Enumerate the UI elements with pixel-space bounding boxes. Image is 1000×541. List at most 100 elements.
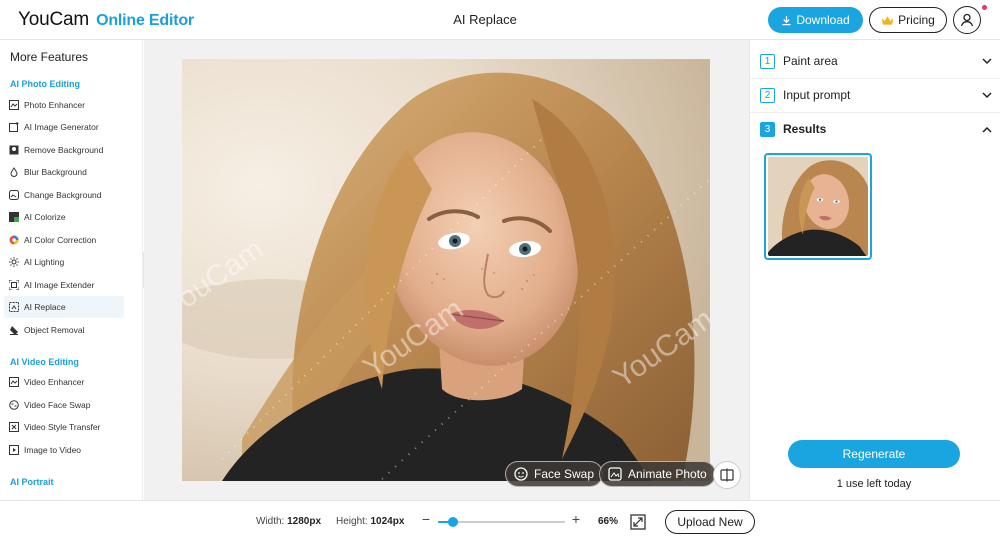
image-extender-icon bbox=[9, 280, 19, 290]
user-avatar-button[interactable] bbox=[953, 6, 981, 34]
download-button[interactable]: Download bbox=[768, 7, 863, 33]
sidebar-item-label: AI Lighting bbox=[24, 257, 65, 267]
edited-photo[interactable]: YouCam YouCam YouCam bbox=[182, 59, 710, 481]
step-label: Paint area bbox=[783, 54, 838, 68]
sidebar-item-change-background[interactable]: Change Background bbox=[4, 184, 124, 206]
sidebar-item-ai-replace[interactable]: AI Replace bbox=[4, 296, 124, 318]
face-swap-label: Face Swap bbox=[534, 467, 595, 481]
step-paint-area[interactable]: 1 Paint area bbox=[760, 50, 992, 72]
portrait-image: YouCam YouCam YouCam bbox=[182, 59, 710, 481]
step-number: 3 bbox=[760, 121, 775, 137]
sidebar-item-video-enhancer[interactable]: Video Enhancer bbox=[4, 371, 124, 393]
sidebar-item-ai-image-extender[interactable]: AI Image Extender bbox=[4, 274, 124, 296]
replace-icon bbox=[9, 302, 19, 312]
bottom-toolbar: Width: 1280px Height: 1024px − + 66% Upl… bbox=[0, 500, 1000, 541]
sidebar-item-photo-enhancer[interactable]: Photo Enhancer bbox=[4, 94, 124, 116]
zoom-in-button[interactable]: + bbox=[570, 511, 582, 527]
face-swap-icon bbox=[514, 467, 528, 481]
section-ai-photo-editing: AI Photo Editing bbox=[10, 79, 80, 89]
sidebar-item-video-style-transfer[interactable]: Video Style Transfer bbox=[4, 416, 124, 438]
photo-enhancer-icon bbox=[9, 100, 19, 110]
width-value: 1280px bbox=[287, 516, 322, 527]
top-header: YouCam Online Editor AI Replace Download… bbox=[0, 0, 1000, 40]
uses-left-text: 1 use left today bbox=[836, 478, 912, 490]
result-thumbnail[interactable] bbox=[764, 153, 872, 260]
notification-dot bbox=[982, 5, 987, 10]
logo-subtitle: Online Editor bbox=[96, 12, 194, 29]
lighting-icon bbox=[9, 257, 19, 267]
video-style-transfer-icon bbox=[9, 422, 19, 432]
regenerate-button[interactable]: Regenerate bbox=[788, 440, 960, 468]
sidebar-item-ai-colorize[interactable]: AI Colorize bbox=[4, 206, 124, 228]
fit-screen-button[interactable] bbox=[630, 514, 646, 530]
image-width: Width: 1280px bbox=[256, 516, 321, 527]
step-label: Results bbox=[783, 122, 827, 136]
sidebar-item-blur-background[interactable]: Blur Background bbox=[4, 161, 124, 183]
app-logo[interactable]: YouCam Online Editor bbox=[18, 9, 194, 31]
blur-background-icon bbox=[10, 167, 18, 177]
height-label: Height: bbox=[336, 516, 368, 527]
sidebar-item-ai-color-correction[interactable]: AI Color Correction bbox=[4, 229, 124, 251]
compare-button[interactable] bbox=[713, 461, 741, 489]
step-label: Input prompt bbox=[783, 88, 851, 102]
section-ai-video-editing: AI Video Editing bbox=[10, 357, 79, 367]
color-correction-icon bbox=[9, 235, 19, 245]
user-icon bbox=[960, 13, 974, 27]
change-background-icon bbox=[9, 190, 19, 200]
fit-screen-icon bbox=[630, 514, 646, 530]
ai-image-generator-icon bbox=[9, 122, 19, 132]
video-face-swap-icon bbox=[9, 400, 19, 410]
sidebar-item-label: Image to Video bbox=[24, 445, 82, 455]
step-results[interactable]: 3 Results bbox=[760, 118, 992, 140]
sidebar-item-label: Blur Background bbox=[24, 167, 87, 177]
sidebar-item-remove-background[interactable]: Remove Background bbox=[4, 139, 124, 161]
sidebar-item-label: Video Enhancer bbox=[24, 377, 85, 387]
divider bbox=[750, 112, 1000, 113]
step-number: 2 bbox=[760, 87, 775, 103]
sidebar-item-label: Video Face Swap bbox=[24, 400, 91, 410]
zoom-out-button[interactable]: − bbox=[420, 511, 432, 527]
upload-new-button[interactable]: Upload New bbox=[665, 510, 755, 534]
pricing-button[interactable]: Pricing bbox=[869, 7, 947, 33]
step-input-prompt[interactable]: 2 Input prompt bbox=[760, 84, 992, 106]
sidebar-title: More Features bbox=[10, 50, 89, 64]
sidebar-item-label: Object Removal bbox=[24, 325, 85, 335]
crown-icon bbox=[882, 15, 894, 25]
sidebar-item-ai-lighting[interactable]: AI Lighting bbox=[4, 251, 124, 273]
sidebar-item-label: AI Color Correction bbox=[24, 235, 97, 245]
pricing-label: Pricing bbox=[898, 13, 935, 27]
sidebar-item-label: Change Background bbox=[24, 190, 102, 200]
sidebar-item-label: AI Replace bbox=[24, 302, 66, 312]
section-ai-portrait: AI Portrait bbox=[10, 477, 54, 487]
download-label: Download bbox=[796, 13, 850, 27]
features-sidebar: More Features AI Photo Editing Photo Enh… bbox=[0, 40, 143, 500]
width-label: Width: bbox=[256, 516, 285, 527]
colorize-icon bbox=[9, 212, 19, 222]
sidebar-item-label: AI Image Extender bbox=[24, 280, 95, 290]
chevron-down-icon bbox=[982, 57, 992, 64]
sidebar-item-object-removal[interactable]: Object Removal bbox=[4, 319, 124, 341]
zoom-level: 66% bbox=[598, 516, 619, 527]
sidebar-item-ai-image-generator[interactable]: AI Image Generator bbox=[4, 116, 124, 138]
logo-brand: YouCam bbox=[18, 9, 89, 30]
sidebar-item-label: AI Colorize bbox=[24, 212, 66, 222]
sidebar-item-label: Photo Enhancer bbox=[24, 100, 85, 110]
zoom-slider-handle[interactable] bbox=[448, 517, 459, 527]
image-height: Height: 1024px bbox=[336, 516, 404, 527]
face-swap-button[interactable]: Face Swap bbox=[505, 461, 604, 487]
sidebar-item-video-face-swap[interactable]: Video Face Swap bbox=[4, 394, 124, 416]
image-to-video-icon bbox=[9, 445, 19, 455]
animate-photo-icon bbox=[608, 467, 622, 481]
right-panel: 1 Paint area 2 Input prompt 3 Results Re… bbox=[749, 40, 1000, 500]
sidebar-item-label: Video Style Transfer bbox=[24, 422, 101, 432]
chevron-down-icon bbox=[982, 91, 992, 98]
animate-photo-button[interactable]: Animate Photo bbox=[599, 461, 716, 487]
sidebar-item-image-to-video[interactable]: Image to Video bbox=[4, 439, 124, 461]
zoom-slider[interactable] bbox=[438, 517, 565, 527]
chevron-up-icon bbox=[982, 126, 992, 133]
sidebar-item-label: Remove Background bbox=[24, 145, 104, 155]
video-enhancer-icon bbox=[9, 377, 19, 387]
page-title: AI Replace bbox=[453, 12, 517, 27]
divider bbox=[750, 78, 1000, 79]
remove-background-icon bbox=[9, 145, 19, 155]
